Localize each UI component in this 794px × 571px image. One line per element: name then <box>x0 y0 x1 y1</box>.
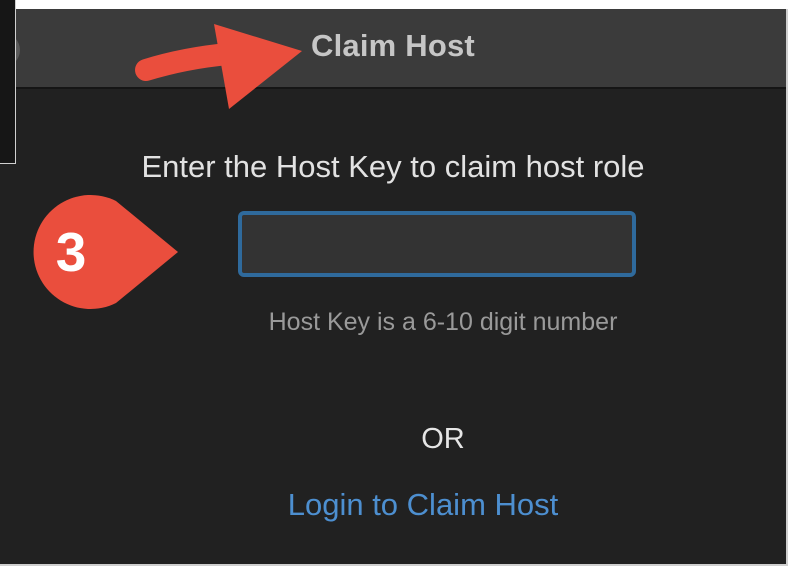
step-number-label: 3 <box>55 221 87 283</box>
host-key-hint: Host Key is a 6-10 digit number <box>268 308 618 336</box>
host-key-prompt: Enter the Host Key to claim host role <box>141 149 645 184</box>
window-title: Claim Host <box>311 28 475 63</box>
screenshot-frame: Claim Host Enter the Host Key to claim h… <box>0 0 794 571</box>
overlapping-window-edge <box>0 0 16 164</box>
claim-host-window: Claim Host Enter the Host Key to claim h… <box>0 9 788 566</box>
login-to-claim-host-link[interactable]: Login to Claim Host <box>0 487 786 523</box>
host-key-input[interactable] <box>238 211 636 277</box>
or-divider: OR <box>421 423 465 455</box>
title-bar[interactable]: Claim Host <box>0 9 786 89</box>
